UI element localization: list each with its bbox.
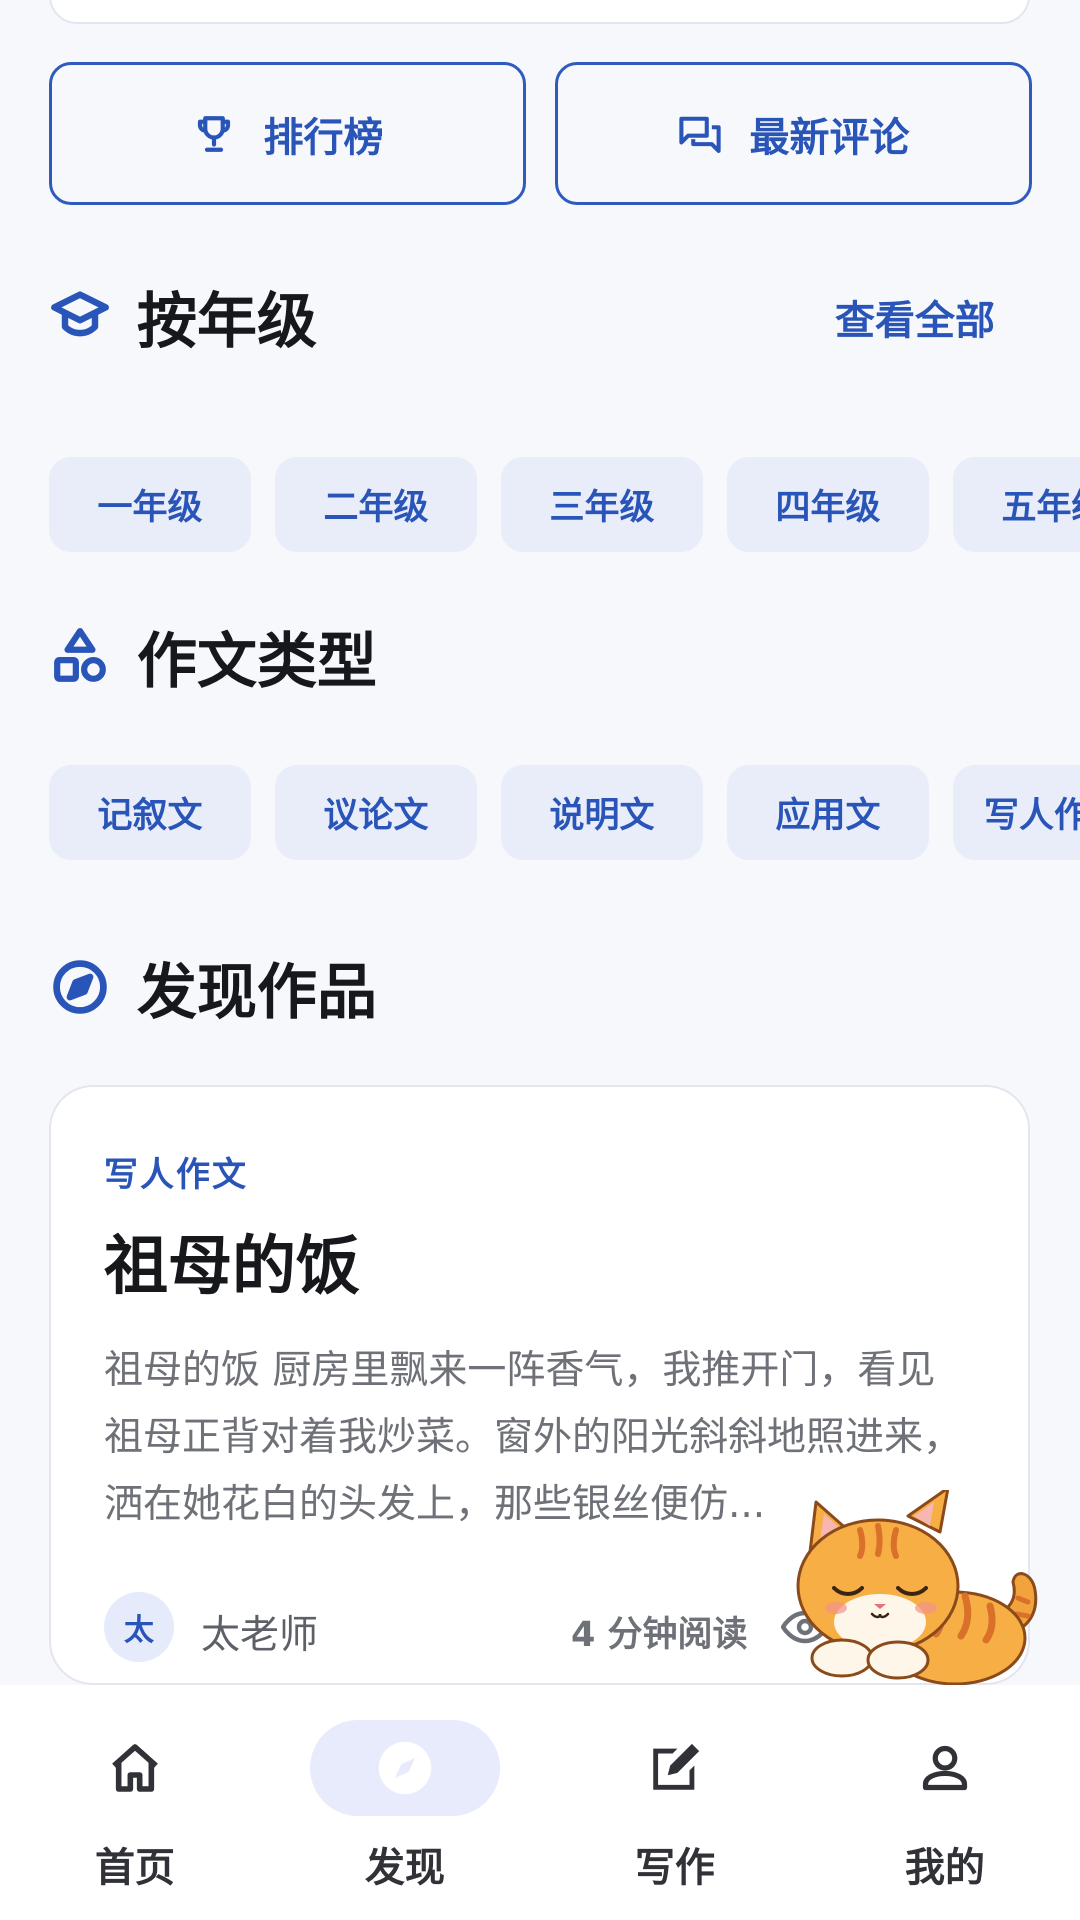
see-all-link[interactable]: 查看全部 — [835, 288, 995, 346]
trophy-icon — [192, 112, 236, 156]
grade-chip-3[interactable]: 三年级 — [501, 457, 703, 552]
essay-title: 祖母的饭 — [104, 1229, 360, 1304]
edit-icon — [580, 1720, 770, 1816]
essay-type-tag: 写人作文 — [104, 1155, 248, 1195]
nav-home[interactable]: 首页 — [0, 1685, 270, 1920]
ranking-button[interactable]: 排行榜 — [49, 62, 526, 205]
comments-icon — [678, 112, 722, 156]
nav-write-label: 写作 — [635, 1845, 715, 1891]
grades-title: 按年级 — [137, 286, 317, 357]
essay-type-chip-4[interactable]: 应用文 — [727, 765, 929, 860]
grade-chip-2[interactable]: 二年级 — [275, 457, 477, 552]
essay-type-chip-1[interactable]: 记叙文 — [49, 765, 251, 860]
essay-type-chips: 记叙文 议论文 说明文 应用文 写人作文 — [49, 765, 1080, 860]
graduation-cap-icon — [49, 285, 111, 347]
nav-mine-label: 我的 — [905, 1845, 985, 1891]
nav-discover-label: 发现 — [365, 1845, 445, 1891]
discover-title: 发现作品 — [137, 957, 377, 1028]
nav-write[interactable]: 写作 — [540, 1685, 810, 1920]
home-icon — [40, 1720, 230, 1816]
essay-types-header: 作文类型 — [49, 616, 377, 697]
essay-type-chip-3[interactable]: 说明文 — [501, 765, 703, 860]
person-icon — [850, 1720, 1040, 1816]
sleeping-cat-mascot[interactable] — [780, 1490, 1050, 1690]
previous-card[interactable] — [49, 0, 1030, 24]
compass-icon — [49, 956, 111, 1018]
grade-chips: 一年级 二年级 三年级 四年级 五年级 — [49, 457, 1080, 552]
author-name[interactable]: 太老师 — [201, 1604, 318, 1660]
shapes-icon — [49, 625, 111, 687]
latest-comments-button[interactable]: 最新评论 — [555, 62, 1032, 205]
grade-chip-5[interactable]: 五年级 — [953, 457, 1080, 552]
ranking-label: 排行榜 — [263, 114, 384, 161]
nav-home-label: 首页 — [95, 1845, 175, 1891]
discover-header: 发现作品 — [49, 947, 377, 1028]
essay-type-chip-2[interactable]: 议论文 — [275, 765, 477, 860]
author-avatar[interactable]: 太 — [104, 1592, 174, 1662]
grade-chip-1[interactable]: 一年级 — [49, 457, 251, 552]
essay-types-title: 作文类型 — [137, 626, 377, 697]
compass-icon — [310, 1720, 500, 1816]
discover-page: 排行榜 最新评论 按年级 查看全部 一年级 二年级 三年级 四年级 五年级 — [0, 0, 1080, 1920]
essay-type-chip-5[interactable]: 写人作文 — [953, 765, 1080, 860]
grades-header: 按年级 — [49, 276, 317, 357]
latest-comments-label: 最新评论 — [749, 114, 910, 161]
nav-discover[interactable]: 发现 — [270, 1685, 540, 1920]
bottom-nav: 首页 发现 写作 我的 — [0, 1685, 1080, 1920]
nav-mine[interactable]: 我的 — [810, 1685, 1080, 1920]
read-time: 4 分钟阅读 — [571, 1615, 748, 1655]
grade-chip-4[interactable]: 四年级 — [727, 457, 929, 552]
